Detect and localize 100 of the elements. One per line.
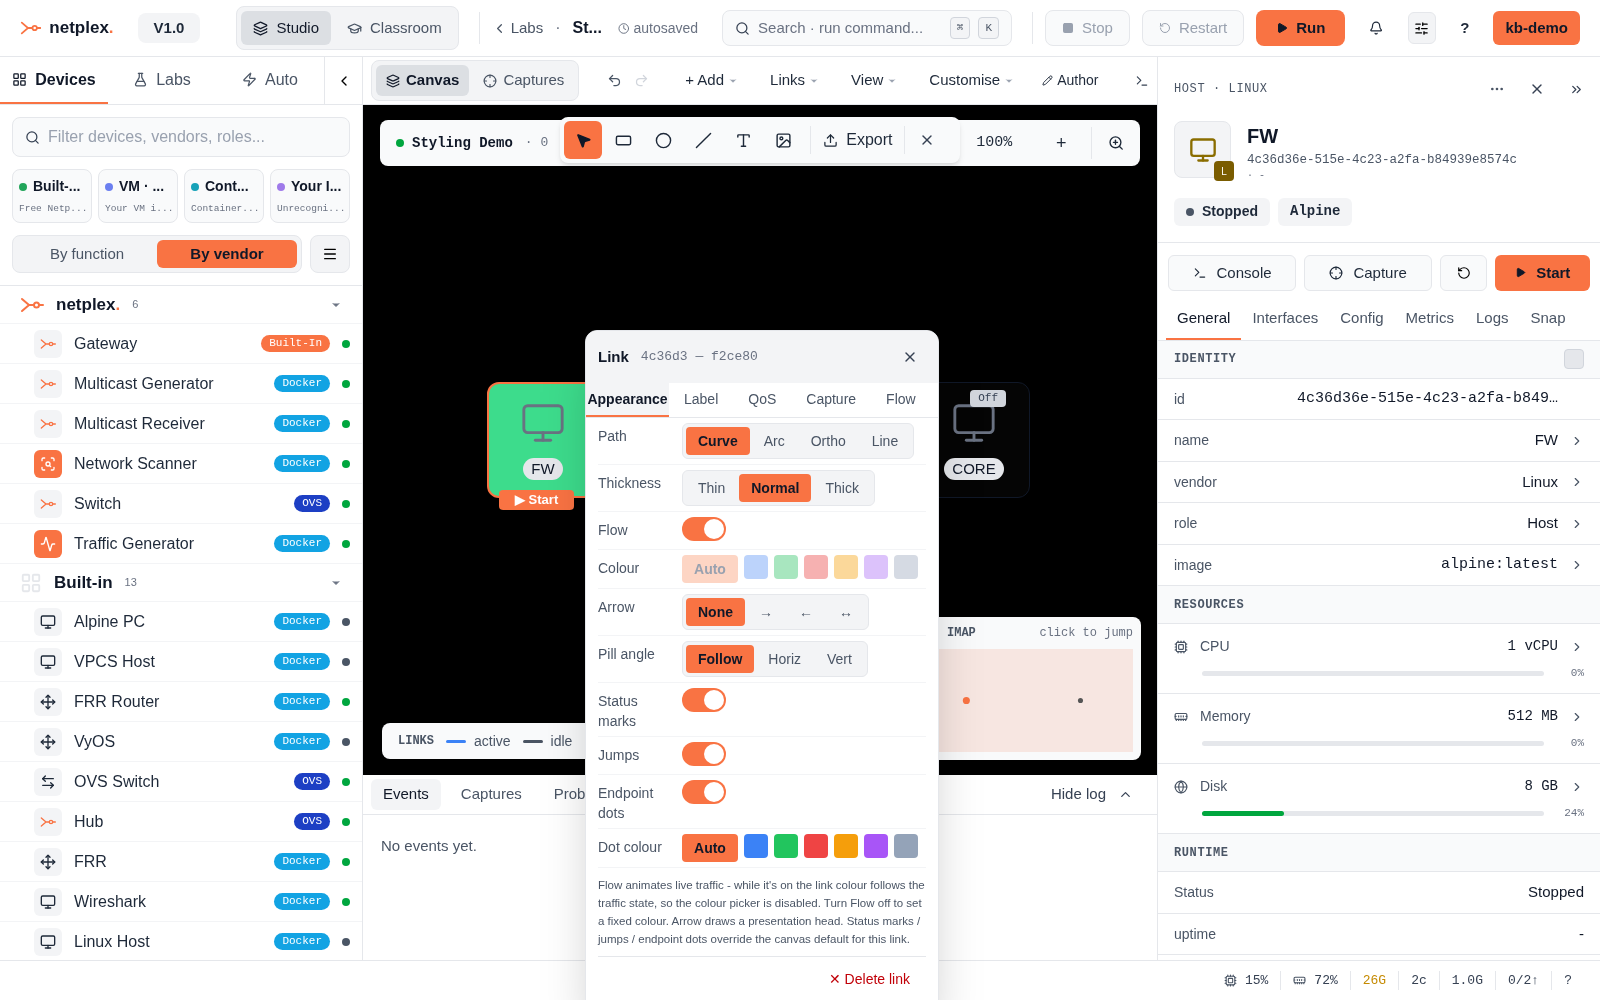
zoom-icon[interactable] <box>1107 134 1124 152</box>
group-header[interactable]: netplex. 6 <box>0 286 362 324</box>
toggle-switch[interactable] <box>682 780 726 804</box>
settings-button[interactable] <box>1407 12 1437 44</box>
colour-swatch[interactable] <box>864 834 888 858</box>
segment-option[interactable]: ↔ <box>827 598 865 626</box>
auto-swatch[interactable]: Auto <box>682 834 738 862</box>
device-row[interactable]: Linux Host Docker <box>0 922 362 960</box>
segment-option[interactable]: ← <box>787 598 825 626</box>
capture-button[interactable]: Capture <box>1304 254 1433 291</box>
command-search[interactable]: Search · run command... ⌘ K <box>722 10 1013 46</box>
source-card[interactable]: VM · ... Your VM i... <box>98 169 178 223</box>
inspector-tab[interactable]: Metrics <box>1394 298 1465 340</box>
device-row[interactable]: Switch OVS <box>0 484 362 524</box>
log-tab[interactable]: Events <box>371 779 441 810</box>
console-button[interactable]: Console <box>1168 254 1297 291</box>
segment-option[interactable]: Line <box>859 427 911 455</box>
field-row[interactable]: role Host <box>1158 503 1600 545</box>
help-button[interactable]: ? <box>1460 16 1470 40</box>
search-input[interactable]: Search · run command... <box>758 16 942 40</box>
menu-button[interactable] <box>310 235 350 273</box>
colour-swatch[interactable] <box>744 834 768 858</box>
user-button[interactable]: kb-demo <box>1493 10 1580 46</box>
menu-dropdown[interactable]: View <box>851 69 898 92</box>
group-header[interactable]: Built-in 13 <box>0 564 362 602</box>
device-row[interactable]: Hub OVS <box>0 802 362 842</box>
dialog-tab[interactable]: Label <box>669 383 734 417</box>
hide-log-button[interactable]: Hide log <box>1050 783 1133 806</box>
colour-swatch[interactable] <box>774 834 798 858</box>
field-row[interactable]: name FW <box>1158 420 1600 462</box>
zoom-in-button[interactable]: + <box>1047 129 1075 157</box>
source-card[interactable]: Your I... Unrecogni... <box>270 169 350 223</box>
menu-dropdown[interactable]: + Add <box>685 69 739 92</box>
dialog-tab[interactable]: Capture <box>791 383 872 417</box>
segment-option[interactable]: Curve <box>686 427 750 455</box>
view-tab[interactable]: Canvas <box>376 65 470 96</box>
device-row[interactable]: Alpine PC Docker <box>0 602 362 642</box>
device-row[interactable]: Gateway Built-In <box>0 324 362 364</box>
colour-swatch[interactable] <box>804 834 828 858</box>
colour-swatch[interactable] <box>834 834 858 858</box>
segment-option[interactable]: Follow <box>686 645 755 673</box>
device-row[interactable]: Multicast Receiver Docker <box>0 404 362 444</box>
back-link[interactable]: Labs <box>491 16 544 40</box>
device-row[interactable]: Traffic Generator Docker <box>0 524 362 564</box>
segment-option[interactable]: Normal <box>739 474 812 502</box>
dialog-tab[interactable]: Appearance <box>586 383 669 417</box>
segment-option[interactable]: → <box>747 598 785 626</box>
colour-swatch[interactable] <box>894 834 918 858</box>
sidebar-tab[interactable]: Devices <box>0 57 108 104</box>
device-row[interactable]: VPCS Host Docker <box>0 642 362 682</box>
source-card[interactable]: Cont... Container... <box>184 169 264 223</box>
field-row[interactable]: vendor Linux <box>1158 461 1600 504</box>
device-row[interactable]: Wireshark Docker <box>0 882 362 922</box>
log-tab[interactable]: Captures <box>448 779 534 810</box>
filter-field[interactable]: Filter devices, vendors, roles... <box>12 117 350 157</box>
log-tab[interactable]: Prob <box>541 779 598 810</box>
grouping-option[interactable]: By function <box>17 240 157 268</box>
segment-option[interactable]: Vert <box>815 645 864 673</box>
device-row[interactable]: FRR Docker <box>0 842 362 882</box>
sidebar-tab[interactable]: Auto <box>216 57 324 104</box>
author-button[interactable]: Author <box>1042 70 1099 91</box>
export-button[interactable]: Export <box>819 128 897 152</box>
toggle-switch[interactable] <box>682 688 726 712</box>
device-row[interactable]: OVS Switch OVS <box>0 762 362 802</box>
inspector-tab[interactable]: Config <box>1329 298 1395 340</box>
undo-icon[interactable] <box>607 73 623 88</box>
device-row[interactable]: VyOS Docker <box>0 722 362 762</box>
segment-option[interactable]: Arc <box>751 427 797 455</box>
start-button[interactable]: Start <box>1495 254 1590 291</box>
device-row[interactable]: Multicast Generator Docker <box>0 364 362 404</box>
inspector-tab[interactable]: General <box>1166 298 1242 340</box>
inspector-tab[interactable]: Snap <box>1519 298 1577 340</box>
mode-tab[interactable]: Studio <box>241 10 331 46</box>
inspector-tab[interactable]: Logs <box>1464 298 1520 340</box>
toggle-switch[interactable] <box>682 517 726 541</box>
segment-option[interactable]: Ortho <box>798 427 858 455</box>
inspector-tab[interactable]: Interfaces <box>1241 298 1330 340</box>
filter-input[interactable]: Filter devices, vendors, roles... <box>48 125 337 149</box>
mode-tab[interactable]: Classroom <box>335 10 454 46</box>
checkbox[interactable] <box>1564 349 1584 370</box>
grouping-option[interactable]: By vendor <box>157 240 297 268</box>
device-row[interactable]: Network Scanner Docker <box>0 444 362 484</box>
notifications-icon[interactable] <box>1369 20 1384 36</box>
delete-link-button[interactable]: ✕ Delete link <box>828 969 910 990</box>
segment-option[interactable]: Thick <box>813 474 871 502</box>
terminal-icon[interactable] <box>1135 73 1149 88</box>
reset-button[interactable] <box>1440 254 1488 291</box>
select-tool[interactable] <box>564 121 603 159</box>
view-tab[interactable]: Captures <box>473 65 575 96</box>
segment-option[interactable]: Horiz <box>756 645 813 673</box>
toggle-switch[interactable] <box>682 742 726 766</box>
segment-option[interactable]: None <box>686 598 745 626</box>
run-button[interactable]: Run <box>1256 10 1346 46</box>
menu-dropdown[interactable]: Customise <box>929 69 1015 92</box>
source-card[interactable]: Built-... Free Netp... <box>12 169 92 223</box>
segment-option[interactable]: Thin <box>686 474 738 502</box>
device-row[interactable]: FRR Router Docker <box>0 682 362 722</box>
menu-dropdown[interactable]: Links <box>770 69 820 92</box>
sidebar-tab[interactable]: Labs <box>108 57 216 104</box>
dialog-tab[interactable]: QoS <box>733 383 792 417</box>
